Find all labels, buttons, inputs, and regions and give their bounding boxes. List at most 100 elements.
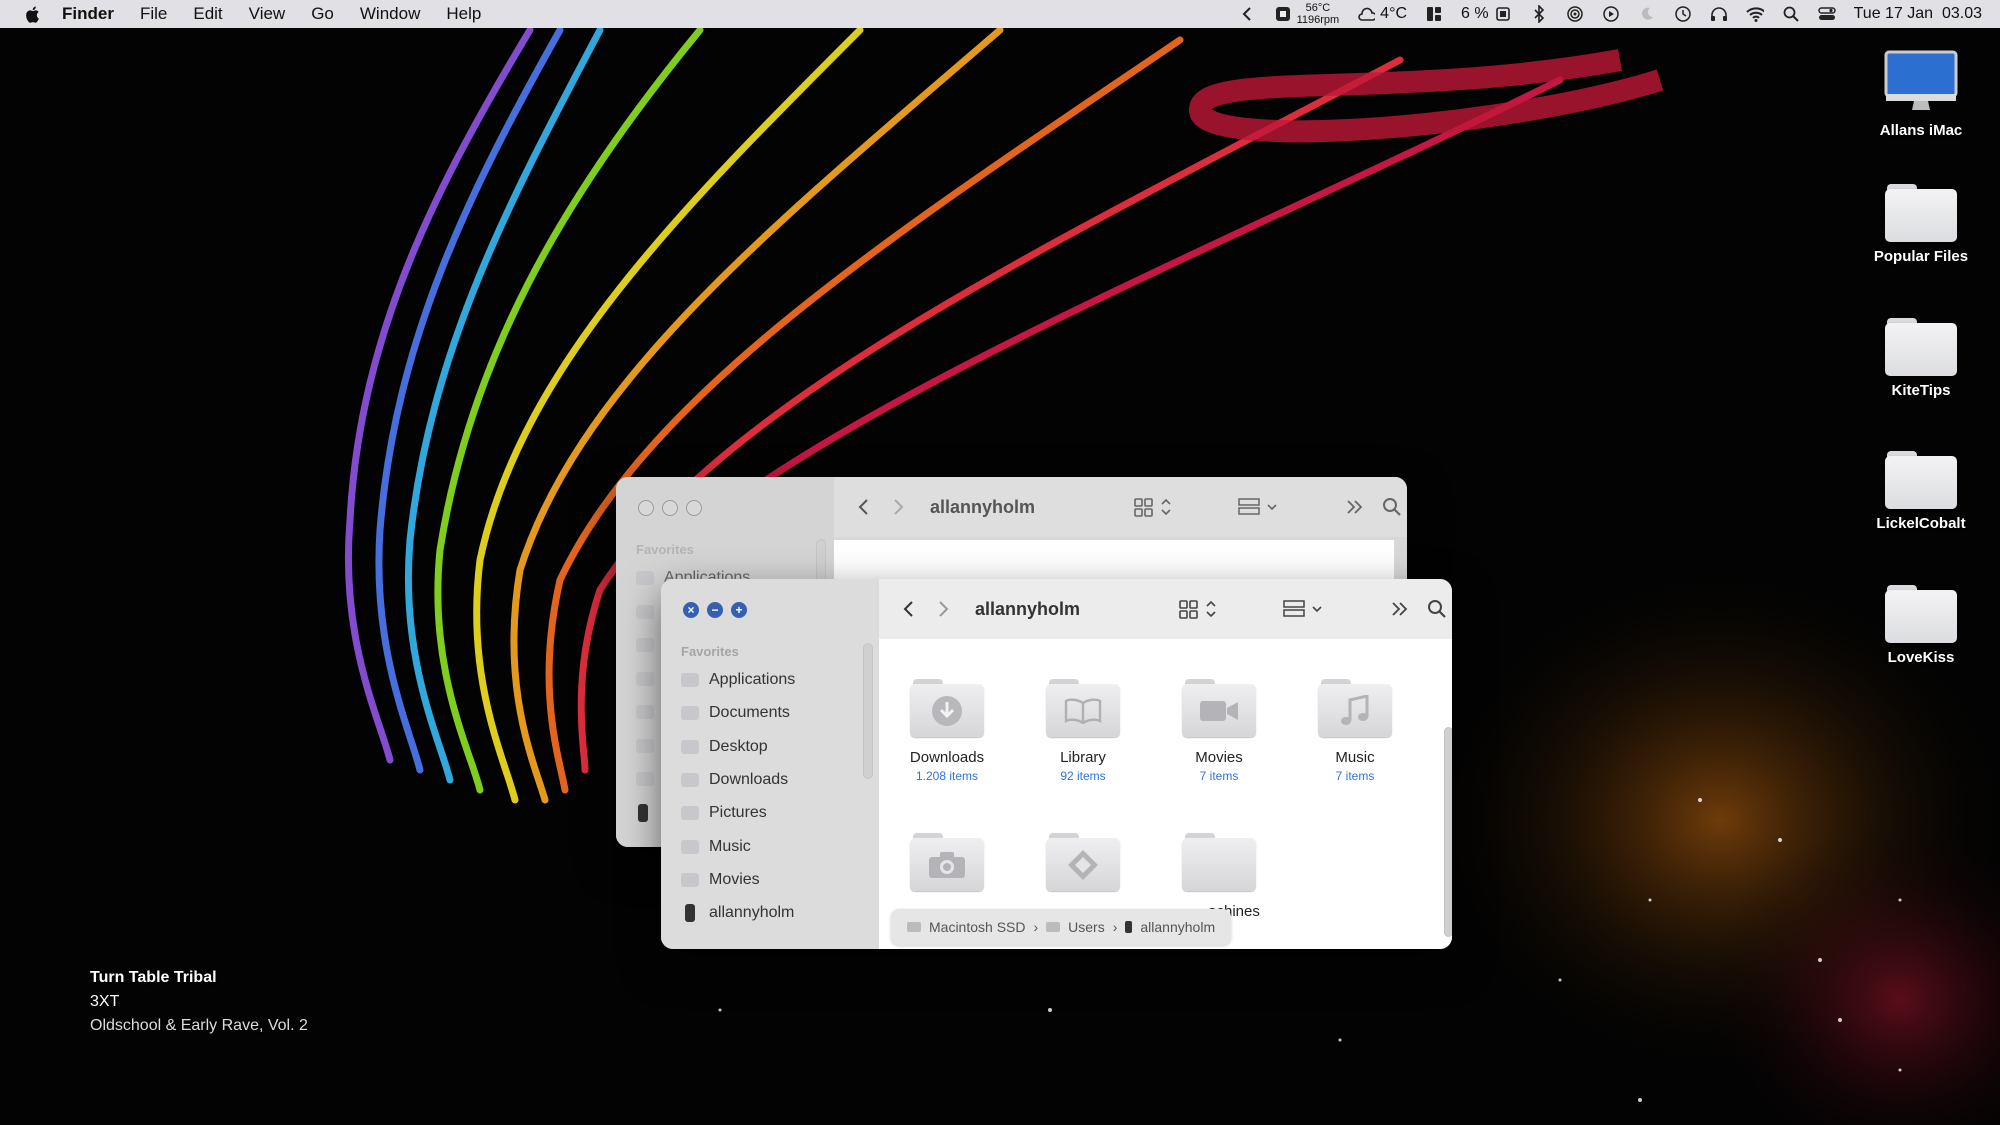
zoom-button[interactable]: + (731, 602, 747, 618)
movies-icon (681, 873, 699, 887)
desktop-icon-folder[interactable]: Popular Files (1856, 184, 1986, 265)
desktop-icon-folder[interactable]: KiteTips (1856, 318, 1986, 399)
search-icon[interactable] (1427, 599, 1447, 619)
desktop-icon (636, 638, 654, 652)
sidebar-item-label: allannyholm (709, 904, 795, 921)
home-icon (1125, 921, 1133, 933)
documents-icon (636, 605, 654, 619)
pictures-icon (681, 806, 699, 820)
view-mode-button[interactable] (1179, 599, 1219, 619)
track-artist: 3XT (90, 993, 120, 1010)
menu-bar: Finder File Edit View Go Window Help 56°… (0, 0, 2000, 28)
window-title: allannyholm (975, 598, 1081, 619)
desktop-icon-folder[interactable]: LoveKiss (1856, 585, 1986, 666)
applications-icon (636, 571, 654, 585)
system-monitor[interactable]: 56°C 1196rpm (1274, 2, 1339, 26)
traffic-lights (638, 500, 702, 516)
layout-icon[interactable] (1425, 5, 1443, 23)
window-title: allannyholm (930, 496, 1036, 517)
content-area[interactable]: Downloads 1.208 items Library 92 items M… (879, 639, 1452, 949)
folder-icon (910, 833, 984, 891)
home-icon (685, 904, 695, 922)
menu-go[interactable]: Go (311, 4, 334, 24)
sidebar-item-home[interactable]: allannyholm (681, 900, 861, 926)
menu-app-name[interactable]: Finder (62, 4, 114, 24)
forward-button[interactable] (886, 494, 912, 520)
sidebar-item-label: Movies (709, 871, 760, 888)
path-segment[interactable]: allannyholm (1140, 919, 1215, 935)
sidebar-item-movies[interactable]: Movies (681, 867, 861, 893)
music-note-icon (1341, 694, 1369, 725)
item-count: 7 items (1335, 769, 1375, 783)
minimize-button[interactable]: − (707, 602, 723, 618)
control-center-icon[interactable] (1817, 5, 1836, 23)
menu-file[interactable]: File (140, 4, 167, 24)
apple-menu-icon[interactable] (22, 4, 42, 24)
grid-item-movies[interactable]: Movies 7 items (1151, 679, 1287, 783)
view-mode-button[interactable] (1134, 497, 1174, 517)
grid-item-pictures[interactable] (879, 833, 1015, 903)
finder-window[interactable]: × − + Favorites Applications Documents D… (661, 579, 1452, 949)
path-separator-icon: › (1112, 919, 1118, 935)
cloud-icon (1357, 5, 1376, 23)
menu-edit[interactable]: Edit (193, 4, 222, 24)
content-scrollbar[interactable] (1444, 727, 1452, 937)
sidebar-item-documents[interactable]: Documents (681, 700, 861, 726)
toolbar: allannyholm (879, 579, 1452, 639)
wifi-icon[interactable] (1745, 5, 1764, 23)
weather-temp: 4°C (1380, 5, 1408, 22)
headphones-icon[interactable] (1710, 5, 1728, 23)
more-toolbar-icon[interactable] (1391, 601, 1409, 617)
desktop-icon-label: Popular Files (1873, 248, 1969, 265)
menu-view[interactable]: View (249, 4, 286, 24)
moon-icon[interactable] (1638, 5, 1656, 23)
minimize-button[interactable] (662, 500, 678, 516)
sidebar-section-favorites: Favorites (636, 542, 694, 557)
play-icon[interactable] (1602, 5, 1620, 23)
folder-icon (1885, 451, 1957, 509)
sidebar-item-music[interactable]: Music (681, 834, 861, 860)
back-button[interactable] (895, 596, 921, 622)
close-button[interactable]: × (683, 602, 699, 618)
grid-item-library[interactable]: Library 92 items (1015, 679, 1151, 783)
folder-icon (1046, 833, 1120, 891)
search-icon[interactable] (1782, 5, 1800, 23)
grid-item-music[interactable]: Music 7 items (1287, 679, 1423, 783)
bluetooth-icon[interactable] (1530, 5, 1548, 23)
sidebar-item-label: Desktop (709, 738, 768, 755)
group-button[interactable] (1283, 599, 1327, 619)
sidebar-item-pictures[interactable]: Pictures (681, 800, 861, 826)
forward-button[interactable] (931, 596, 957, 622)
folder-icon (1885, 318, 1957, 376)
search-icon[interactable] (1382, 497, 1402, 517)
weather-status[interactable]: 4°C (1357, 5, 1407, 23)
chevron-left-icon[interactable] (1238, 5, 1256, 23)
more-toolbar-icon[interactable] (1346, 499, 1364, 515)
battery-status[interactable]: 6 % (1461, 5, 1512, 23)
folder-icon (1182, 833, 1256, 891)
menu-window[interactable]: Window (360, 4, 420, 24)
path-segment[interactable]: Macintosh SSD (929, 919, 1025, 935)
photo-camera-icon (929, 851, 965, 878)
sidebar-item-applications[interactable]: Applications (681, 667, 861, 693)
time-machine-icon[interactable] (1674, 5, 1692, 23)
close-button[interactable] (638, 500, 654, 516)
menu-help[interactable]: Help (446, 4, 481, 24)
desktop-icon-computer[interactable]: Allans iMac (1856, 50, 1986, 139)
desktop-icon-folder[interactable]: LickelCobalt (1856, 451, 1986, 532)
path-segment[interactable]: Users (1068, 919, 1105, 935)
airdrop-icon[interactable] (1566, 5, 1584, 23)
grid-item-downloads[interactable]: Downloads 1.208 items (879, 679, 1015, 783)
back-button[interactable] (850, 494, 876, 520)
zoom-button[interactable] (686, 500, 702, 516)
sidebar-item-label: Applications (709, 671, 796, 688)
sidebar-item-desktop[interactable]: Desktop (681, 734, 861, 760)
group-button[interactable] (1238, 497, 1282, 517)
camera-icon (1200, 700, 1238, 721)
sidebar-scrollbar[interactable] (863, 643, 873, 779)
desktop-icon-label: LoveKiss (1887, 649, 1955, 666)
sidebar-item-downloads[interactable]: Downloads (681, 767, 861, 793)
grid-item-public[interactable] (1015, 833, 1151, 903)
menubar-clock[interactable]: Tue 17 Jan 03.03 (1854, 5, 1982, 23)
folder-icon (1885, 585, 1957, 643)
